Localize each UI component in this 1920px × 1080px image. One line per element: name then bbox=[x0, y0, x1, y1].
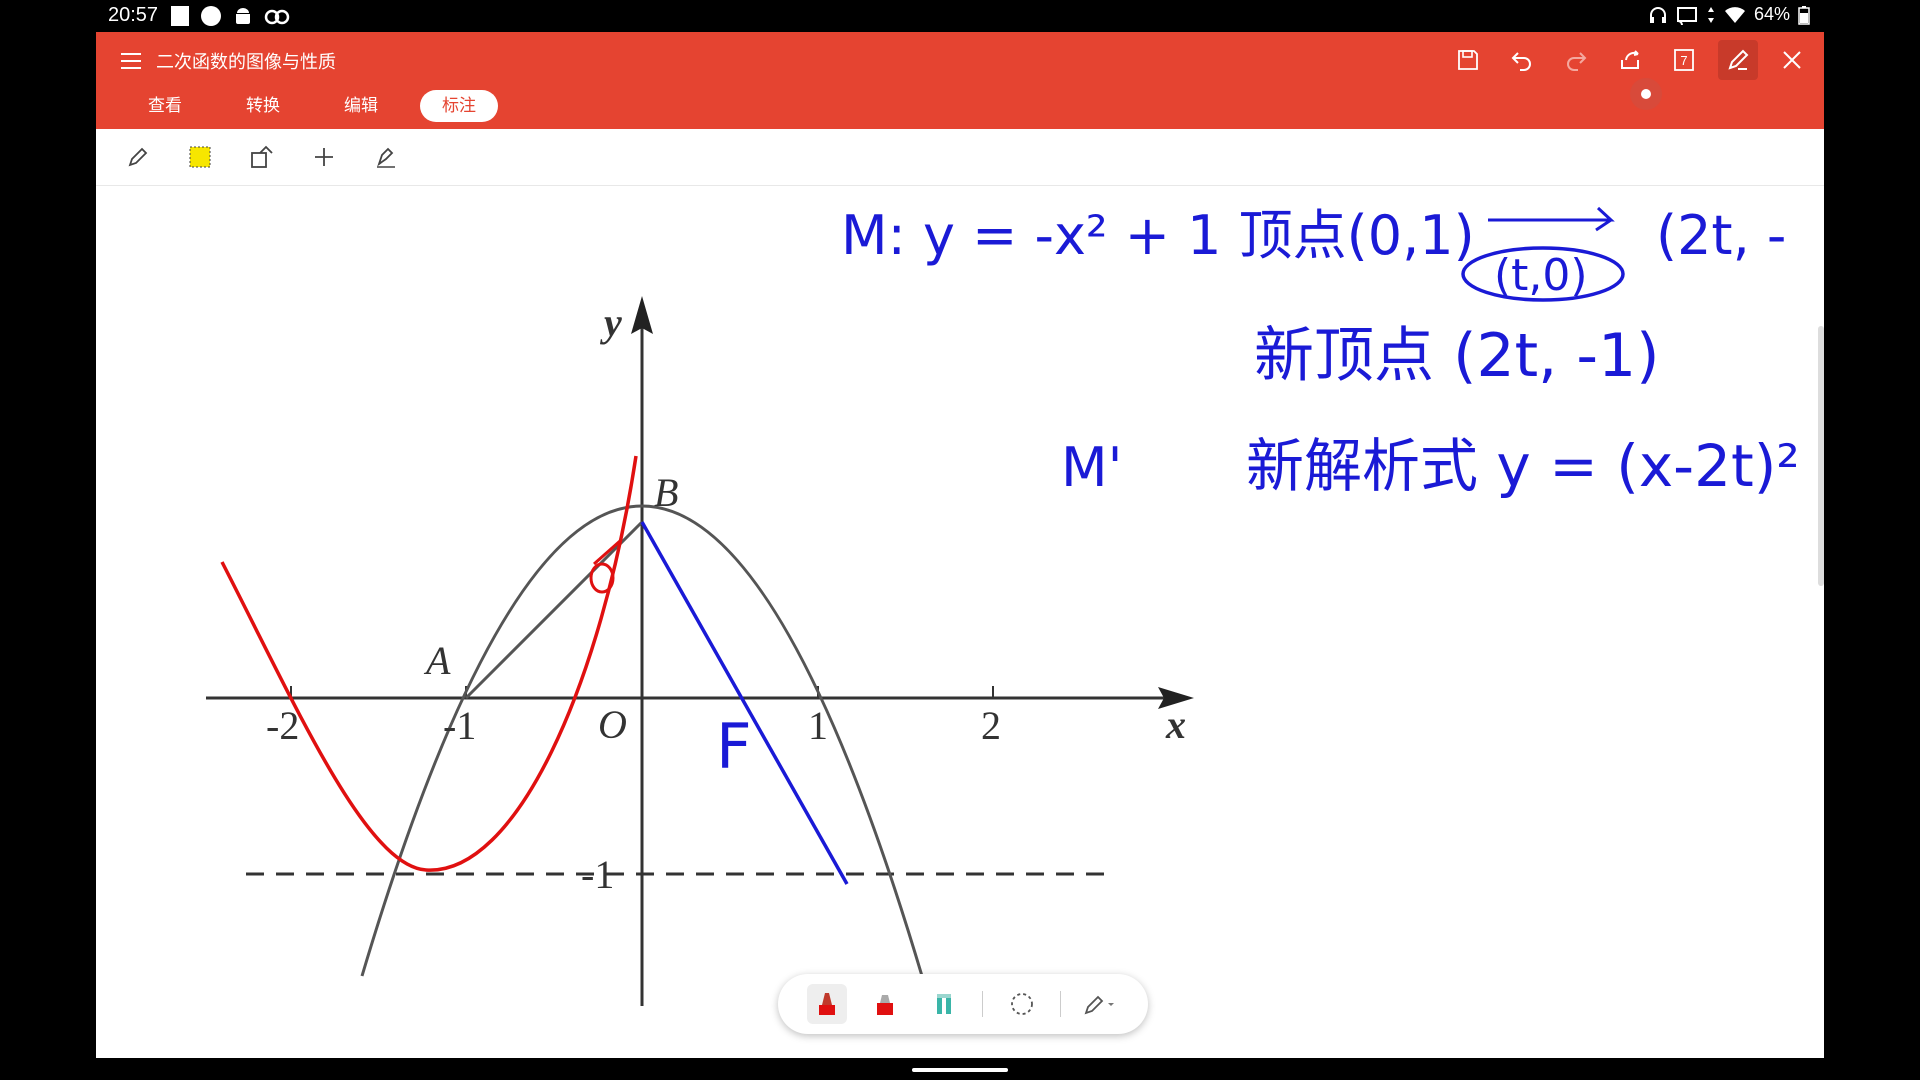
pen-tool[interactable] bbox=[118, 137, 158, 177]
handwriting-shift-label: (t,0) bbox=[1494, 250, 1588, 301]
red-highlighter-icon bbox=[877, 995, 893, 1015]
document-canvas[interactable]: -2 -1 1 2 O x y -1 A B F M: y = -x² + 1 … bbox=[96, 186, 1824, 1058]
handwriting-arrow bbox=[1488, 206, 1615, 232]
menu-button[interactable] bbox=[116, 46, 146, 76]
save-icon bbox=[1458, 50, 1478, 70]
scroll-handle[interactable] bbox=[1818, 326, 1824, 586]
undo-icon bbox=[1511, 52, 1531, 71]
wifi-icon bbox=[1724, 6, 1745, 23]
palette-divider-2 bbox=[1060, 991, 1061, 1017]
add-tool[interactable] bbox=[304, 137, 344, 177]
lasso-tool[interactable] bbox=[1002, 984, 1042, 1024]
navigation-bar bbox=[0, 1058, 1920, 1080]
notification-circle-icon bbox=[201, 6, 221, 26]
status-bar: 20:57 64% bbox=[0, 0, 1920, 32]
shapes-icon bbox=[251, 145, 273, 168]
record-button[interactable] bbox=[1630, 78, 1662, 110]
page-count-icon: 7 bbox=[1674, 49, 1694, 71]
pen-settings-dropdown[interactable] bbox=[1080, 984, 1120, 1024]
point-a-label: A bbox=[423, 638, 451, 683]
battery-icon bbox=[1798, 5, 1810, 25]
pen-mode-button[interactable] bbox=[1718, 40, 1758, 80]
handwriting-line1: M: y = -x² + 1 顶点(0,1) bbox=[841, 204, 1475, 267]
app-window: 二次函数的图像与性质 查看 转换 编辑 标注 7 -2 -1 1 2 O x y… bbox=[96, 32, 1824, 1058]
x-axis-label: x bbox=[1165, 702, 1186, 747]
close-icon bbox=[1783, 51, 1801, 69]
signature-pen-icon bbox=[377, 147, 395, 168]
close-button[interactable] bbox=[1772, 40, 1812, 80]
red-marker-icon bbox=[818, 993, 835, 1015]
battery-percent: 64% bbox=[1753, 4, 1790, 24]
pen-palette bbox=[778, 974, 1148, 1034]
undo-button[interactable] bbox=[1502, 40, 1542, 80]
lasso-icon bbox=[1010, 993, 1033, 1015]
pen-red-marker[interactable] bbox=[806, 984, 847, 1024]
pen-red-highlighter[interactable] bbox=[865, 984, 905, 1024]
plus-icon bbox=[315, 148, 333, 166]
tick-label-neg1: -1 bbox=[443, 703, 476, 748]
tab-annotate[interactable]: 标注 bbox=[420, 90, 498, 122]
link-icon bbox=[264, 9, 290, 25]
ribbon-tabs: 查看 转换 编辑 标注 bbox=[116, 90, 498, 122]
android-icon bbox=[236, 8, 250, 24]
palette-divider bbox=[982, 991, 983, 1017]
pencil-icon bbox=[128, 147, 148, 167]
pen-green-highlighter[interactable] bbox=[924, 984, 964, 1024]
hamburger-icon bbox=[121, 53, 141, 69]
y-axis-label: y bbox=[600, 300, 622, 345]
tick-label-y-neg1: -1 bbox=[581, 852, 614, 897]
share-button[interactable] bbox=[1610, 40, 1650, 80]
home-indicator[interactable] bbox=[912, 1068, 1008, 1072]
notification-icons bbox=[170, 5, 290, 27]
segment-ab bbox=[464, 520, 644, 700]
tab-edit[interactable]: 编辑 bbox=[312, 90, 410, 122]
cast-icon bbox=[1676, 6, 1697, 25]
tick-label-1: 1 bbox=[808, 703, 828, 748]
redo-icon bbox=[1567, 52, 1587, 71]
page-count-button[interactable]: 7 bbox=[1664, 40, 1704, 80]
math-figure: -2 -1 1 2 O x y -1 A B F M: y = -x² + 1 … bbox=[206, 204, 1824, 1006]
origin-label: O bbox=[598, 702, 627, 747]
data-arrows-icon bbox=[1707, 6, 1714, 23]
title-toolbar: 7 bbox=[1448, 40, 1812, 80]
red-ink-circle bbox=[589, 562, 615, 594]
tick-label-2: 2 bbox=[981, 703, 1001, 748]
status-time: 20:57 bbox=[108, 4, 159, 26]
tab-view[interactable]: 查看 bbox=[116, 90, 214, 122]
highlight-tool[interactable] bbox=[180, 137, 220, 177]
notification-square-icon bbox=[171, 6, 189, 26]
highlight-box-icon bbox=[189, 146, 211, 168]
handwriting-line3: 新解析式 y = (x-2t)² - bbox=[1246, 432, 1824, 500]
save-button[interactable] bbox=[1448, 40, 1488, 80]
handwriting-line2: 新顶点 (2t, -1) bbox=[1254, 321, 1660, 391]
tick-label-neg2: -2 bbox=[266, 703, 299, 748]
annotation-toolbar bbox=[96, 129, 1824, 186]
point-b-label: B bbox=[654, 470, 678, 515]
pen-dropdown-icon bbox=[1084, 995, 1114, 1015]
signature-tool[interactable] bbox=[366, 137, 406, 177]
handwriting-line3-label: M' bbox=[1061, 436, 1122, 499]
svg-text:7: 7 bbox=[1680, 53, 1687, 68]
green-highlighter-icon bbox=[936, 994, 951, 1014]
redo-button[interactable] bbox=[1556, 40, 1596, 80]
status-right: 64% bbox=[1648, 4, 1810, 25]
pen-edit-icon bbox=[1728, 49, 1749, 70]
tab-convert[interactable]: 转换 bbox=[214, 90, 312, 122]
handwriting-result: (2t, - bbox=[1656, 204, 1786, 267]
shape-tool[interactable] bbox=[242, 137, 282, 177]
document-title: 二次函数的图像与性质 bbox=[156, 52, 336, 73]
title-bar: 二次函数的图像与性质 查看 转换 编辑 标注 7 bbox=[96, 32, 1824, 129]
share-icon bbox=[1621, 50, 1639, 69]
headphones-icon bbox=[1649, 6, 1666, 23]
blue-ink-f: F bbox=[716, 710, 752, 783]
